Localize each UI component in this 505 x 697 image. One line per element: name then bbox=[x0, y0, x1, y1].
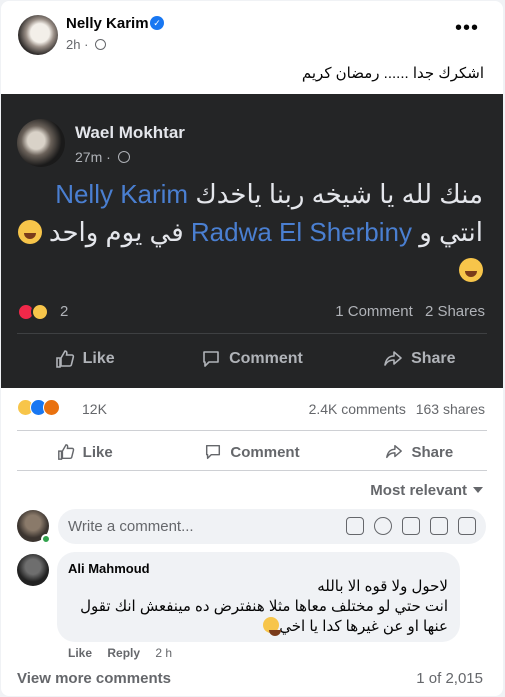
comment-count[interactable]: 2.4K comments bbox=[309, 401, 406, 417]
thumbs-up-icon bbox=[55, 350, 74, 368]
like-label: Like bbox=[82, 443, 113, 461]
like-label: Like bbox=[82, 350, 115, 367]
angry-reaction-icon bbox=[43, 399, 60, 416]
author-avatar[interactable] bbox=[18, 15, 58, 55]
share-icon bbox=[386, 444, 403, 459]
mention-radwa-el-sherbiny[interactable]: Radwa El Sherbiny bbox=[191, 217, 412, 247]
shared-share-count[interactable]: 2 Shares bbox=[425, 303, 485, 320]
post-card: Nelly Karim ✓ 2h · ••• اشكرك جدا ...... … bbox=[1, 1, 503, 696]
share-icon bbox=[384, 351, 402, 366]
shared-comment-button[interactable]: Comment bbox=[168, 341, 335, 377]
reaction-count[interactable]: 12K bbox=[82, 401, 107, 417]
shared-stats: 1 Comment 2 Shares bbox=[335, 303, 485, 320]
thumbs-up-icon bbox=[57, 444, 74, 460]
caret-down-icon bbox=[473, 487, 483, 493]
shared-text-part1: منك لله يا شيخه ربنا ياخدك bbox=[195, 179, 483, 209]
post-header: Nelly Karim ✓ 2h · ••• bbox=[1, 1, 503, 59]
avatar-sticker-icon[interactable] bbox=[346, 517, 364, 535]
comment-reply-button[interactable]: Reply bbox=[107, 646, 140, 660]
author-name[interactable]: Nelly Karim bbox=[66, 15, 149, 32]
comment-composer bbox=[58, 509, 486, 544]
emoji-icon[interactable] bbox=[374, 517, 392, 535]
globe-icon bbox=[117, 151, 130, 163]
comment-line-with-emoji: عنها او عن غيرها كدا يا اخي bbox=[58, 617, 448, 637]
comment-button[interactable]: Comment bbox=[168, 434, 335, 470]
like-button[interactable]: Like bbox=[1, 434, 168, 470]
shared-post-text: منك لله يا شيخه ربنا ياخدك Nelly Karim ا… bbox=[13, 175, 483, 289]
shared-author-name[interactable]: Wael Mokhtar bbox=[75, 123, 185, 143]
shared-text-part3: في يوم واحد bbox=[48, 217, 184, 247]
divider bbox=[17, 333, 487, 334]
camera-icon[interactable] bbox=[402, 517, 420, 535]
write-comment-input[interactable] bbox=[68, 509, 328, 544]
mention-nelly-karim[interactable]: Nelly Karim bbox=[55, 179, 188, 209]
divider bbox=[17, 430, 487, 431]
comment-pager: 1 of 2,015 bbox=[416, 670, 483, 687]
engagement-stats: 2.4K comments 163 shares bbox=[309, 401, 485, 417]
shared-post-time[interactable]: 27m bbox=[75, 149, 102, 165]
share-count[interactable]: 163 shares bbox=[416, 401, 485, 417]
gif-icon[interactable] bbox=[430, 517, 448, 535]
divider bbox=[17, 470, 487, 471]
comment-label: Comment bbox=[229, 350, 303, 367]
online-status-icon bbox=[41, 534, 51, 544]
laughing-emoji-icon bbox=[263, 617, 282, 636]
laughing-emoji-icon bbox=[459, 258, 483, 282]
comment-label: Comment bbox=[230, 443, 300, 461]
shared-like-button[interactable]: Like bbox=[1, 341, 168, 377]
post-text: اشكرك جدا ...... رمضان كريم bbox=[301, 65, 484, 82]
shared-author-avatar[interactable] bbox=[17, 119, 65, 167]
comment-line: انت حتي لو مختلف معاها مثلا هنفترض ده مي… bbox=[80, 598, 448, 615]
comment-icon bbox=[203, 351, 219, 367]
verified-badge-icon: ✓ bbox=[150, 16, 164, 30]
share-label: Share bbox=[411, 350, 456, 367]
comment-time: 2 h bbox=[155, 646, 173, 660]
shared-share-button[interactable]: Share bbox=[336, 341, 503, 377]
action-bar: Like Comment Share bbox=[1, 434, 503, 470]
comment-actions: Like Reply 2 h bbox=[68, 646, 184, 660]
commenter-avatar[interactable] bbox=[17, 554, 49, 586]
comment-line: عنها او عن غيرها كدا يا اخي bbox=[279, 618, 448, 635]
shared-reaction-count[interactable]: 2 bbox=[60, 303, 68, 320]
post-time[interactable]: 2h bbox=[66, 37, 80, 52]
view-more-comments-link[interactable]: View more comments bbox=[17, 670, 171, 687]
sort-comments-dropdown[interactable]: Most relevant bbox=[370, 482, 483, 499]
shared-action-bar: Like Comment Share bbox=[1, 341, 503, 377]
comment-like-button[interactable]: Like bbox=[68, 646, 92, 660]
laughing-emoji-icon bbox=[17, 220, 42, 244]
comment-line: لاحول ولا قوه الا بالله bbox=[317, 578, 448, 595]
shared-text-part2: انتي و bbox=[419, 217, 483, 247]
comment-text: لاحول ولا قوه الا بالله انت حتي لو مختلف… bbox=[58, 577, 448, 637]
share-button[interactable]: Share bbox=[336, 434, 503, 470]
sticker-icon[interactable] bbox=[458, 517, 476, 535]
comment-bubble: Ali Mahmoud لاحول ولا قوه الا بالله انت … bbox=[57, 552, 460, 642]
shared-comment-count[interactable]: 1 Comment bbox=[335, 303, 413, 320]
comment-icon bbox=[206, 444, 221, 460]
more-options-button[interactable]: ••• bbox=[455, 18, 479, 38]
sort-label: Most relevant bbox=[370, 482, 467, 499]
share-label: Share bbox=[411, 443, 454, 461]
composer-tools bbox=[346, 517, 476, 535]
commenter-name[interactable]: Ali Mahmoud bbox=[68, 561, 150, 576]
haha-reaction-icon bbox=[31, 303, 49, 321]
post-meta: 2h · bbox=[66, 37, 107, 52]
shared-post-meta: 27m · bbox=[75, 149, 130, 165]
globe-icon bbox=[95, 39, 107, 50]
